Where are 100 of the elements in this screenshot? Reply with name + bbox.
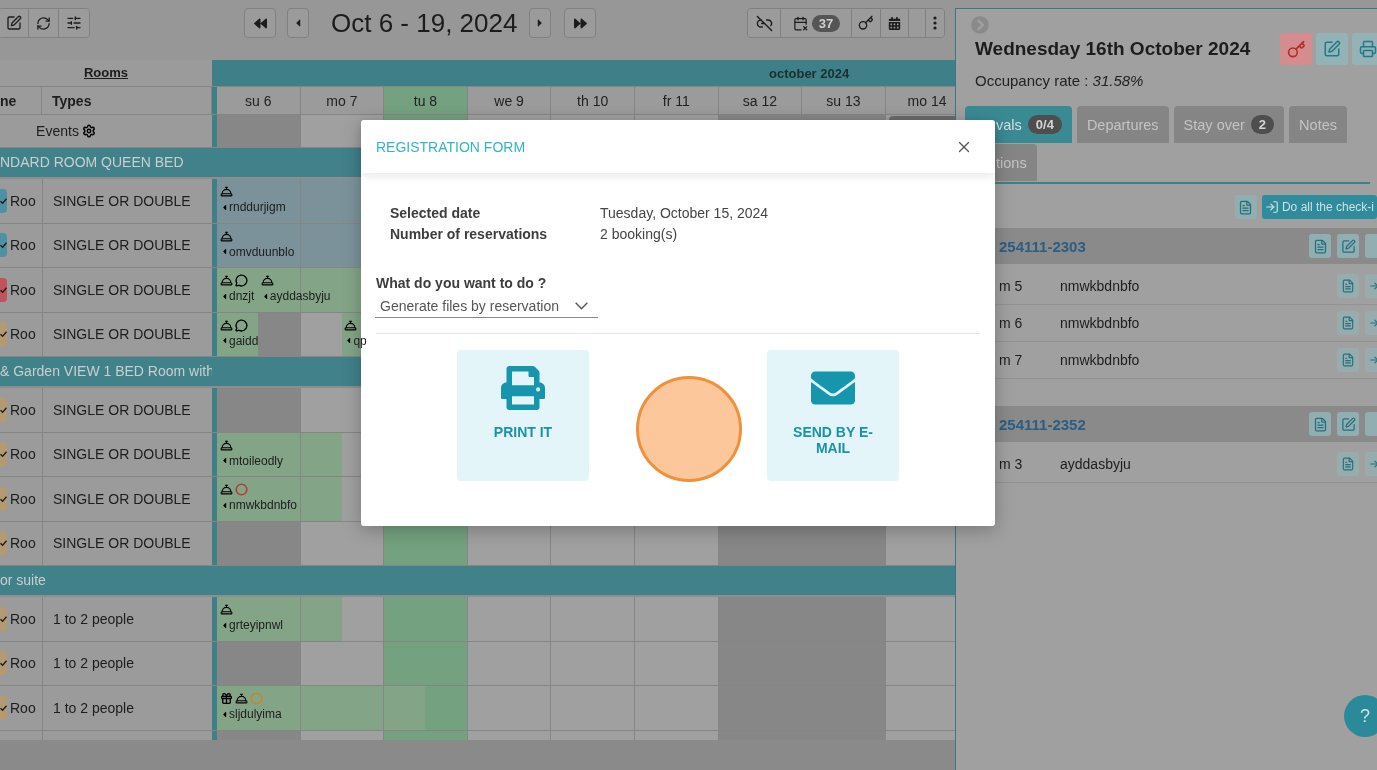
room-type: 1 to 2 people — [43, 686, 213, 730]
panel-tab[interactable]: Stay over 2 — [1173, 106, 1285, 143]
check-icon — [0, 450, 7, 459]
panel-tab[interactable]: Notes — [1289, 106, 1347, 143]
room-name: Roo — [10, 610, 36, 627]
document-button[interactable] — [1337, 311, 1359, 335]
document-icon — [1312, 416, 1328, 432]
guest-name: ayddasbyju — [1060, 456, 1132, 472]
grid-cell[interactable] — [384, 597, 468, 641]
grid-cell[interactable] — [384, 686, 468, 730]
print-button[interactable] — [1352, 33, 1377, 65]
grid-cell[interactable] — [217, 223, 301, 267]
room-type: SINGLE OR DOUBLE — [43, 223, 213, 267]
next-button[interactable] — [529, 8, 552, 38]
grid-cell[interactable] — [217, 312, 301, 356]
room-type: SINGLE OR DOUBLE — [43, 521, 213, 565]
room-type: SINGLE OR DOUBLE — [43, 312, 213, 356]
key-button[interactable] — [852, 9, 882, 37]
guest-name: nmwkbdnbfo — [1060, 315, 1141, 331]
splitter-bar[interactable] — [212, 87, 217, 114]
grid-cell[interactable] — [551, 686, 635, 730]
settings-icon[interactable] — [81, 124, 96, 138]
grid-cell[interactable] — [551, 597, 635, 641]
grid-cell[interactable] — [217, 597, 301, 641]
document-button[interactable] — [1337, 274, 1359, 298]
check-in-all-button[interactable]: Do all the check-i — [1261, 195, 1377, 219]
edit-button[interactable] — [0, 9, 29, 37]
comment-icon — [235, 318, 248, 332]
booking-bar[interactable] — [217, 312, 259, 356]
caret-left-icon — [220, 620, 229, 630]
field-label: Selected date — [390, 205, 482, 221]
grid-cell[interactable] — [467, 686, 552, 730]
email-button[interactable]: SEND BY E-MAIL — [767, 350, 899, 481]
room-name: Roo — [10, 192, 36, 209]
panel-tab[interactable]: Departures — [1076, 106, 1169, 143]
splitter-bar[interactable] — [212, 115, 217, 147]
previous-button[interactable] — [287, 8, 309, 38]
chevron-down-icon — [575, 301, 588, 310]
pen-icon — [5, 15, 22, 31]
grid-cell[interactable] — [467, 641, 552, 685]
document-button[interactable] — [1337, 452, 1359, 476]
key-icon — [858, 15, 875, 31]
occupancy-rate: Occupancy rate : 31.58% — [974, 72, 1145, 89]
unlink-icon — [755, 14, 773, 32]
splitter-bar[interactable] — [212, 60, 217, 86]
pen-icon — [1340, 416, 1356, 432]
document-button[interactable] — [1309, 234, 1331, 258]
more-button[interactable] — [926, 9, 945, 37]
grid-cell[interactable] — [634, 686, 719, 730]
field-value: Tuesday, October 15, 2024 — [600, 205, 770, 221]
grid-cell[interactable] — [634, 641, 719, 685]
check-icon — [0, 659, 7, 668]
grid-cell[interactable] — [300, 641, 385, 685]
grid-cell[interactable] — [467, 597, 552, 641]
section-title: NDARD ROOM QUEEN BED — [0, 153, 185, 172]
grid-cell[interactable] — [217, 179, 301, 223]
grid-cell[interactable] — [217, 641, 301, 685]
grid-cell[interactable] — [217, 388, 301, 432]
grid-cell[interactable] — [551, 641, 635, 685]
grid-cell[interactable] — [885, 641, 955, 685]
document-button[interactable] — [1337, 348, 1359, 372]
grid-cell[interactable] — [217, 686, 301, 730]
booking-bar[interactable] — [217, 268, 259, 312]
bell-icon — [220, 185, 233, 198]
grid-cell[interactable] — [885, 686, 955, 730]
grid-cell[interactable] — [217, 521, 301, 565]
bell-icon — [220, 483, 233, 496]
grid-cell[interactable] — [300, 521, 385, 565]
grid-cell[interactable] — [384, 641, 468, 685]
field-value: 2 booking(s) — [600, 226, 679, 242]
refresh-button[interactable] — [29, 9, 59, 37]
caret-left-icon — [220, 709, 229, 719]
document-button[interactable] — [1234, 195, 1257, 219]
caret-left-icon — [220, 247, 229, 256]
rewind-button[interactable] — [244, 8, 276, 38]
unlink-button[interactable] — [748, 9, 782, 37]
grid-cell[interactable] — [217, 115, 301, 147]
fast-forward-button[interactable] — [564, 8, 597, 38]
section-title: or suite — [0, 571, 47, 590]
calendar-button[interactable] — [881, 9, 910, 37]
document-button[interactable] — [1309, 412, 1331, 436]
grid-cell[interactable] — [217, 432, 301, 476]
guest-name: mtoileodly — [229, 453, 284, 468]
bell-icon — [220, 318, 233, 332]
document-icon — [1238, 199, 1254, 215]
log-in-icon — [1264, 200, 1279, 214]
rewind-icon — [253, 16, 267, 30]
check-icon — [0, 539, 7, 548]
calendar-x-icon — [792, 15, 808, 31]
filter-button[interactable] — [59, 9, 89, 37]
scrollbar-track[interactable] — [0, 740, 955, 770]
room-name: Roo — [10, 490, 36, 507]
question-label: What do you want to do ? — [376, 275, 548, 291]
grid-cell[interactable] — [300, 597, 385, 641]
cancelled-button[interactable]: 37 — [781, 9, 853, 37]
grid-cell[interactable] — [634, 597, 719, 641]
grid-cell[interactable] — [217, 477, 301, 521]
grid-cell[interactable] — [885, 597, 955, 641]
dialog-title: REGISTRATION FORM — [376, 138, 526, 155]
print-button[interactable]: PRINT IT — [457, 350, 589, 481]
